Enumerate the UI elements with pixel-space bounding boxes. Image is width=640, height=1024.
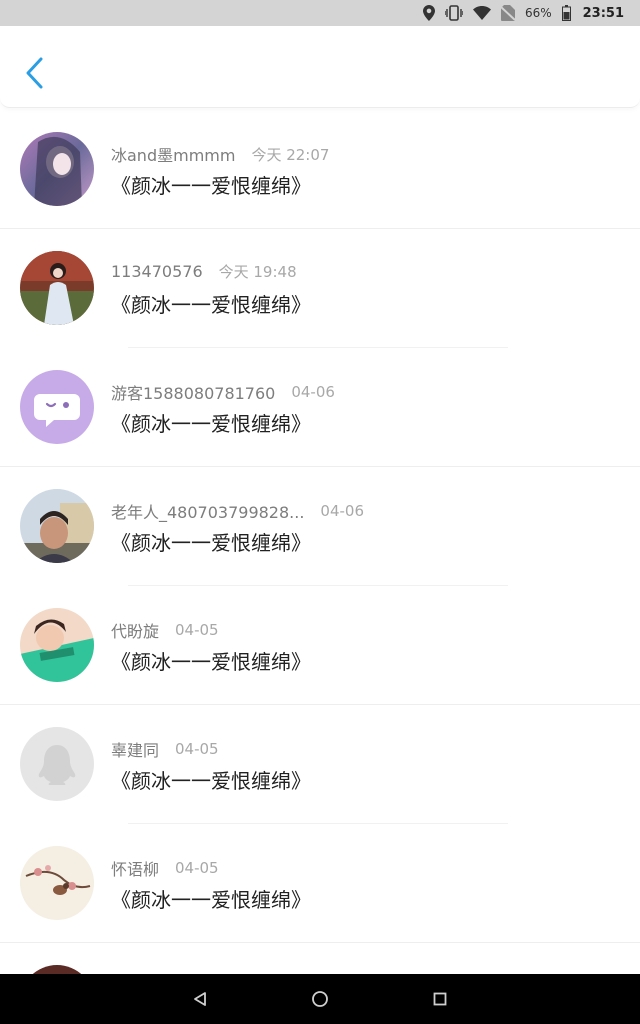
item-title: 《颜冰一一爱恨缠绵》: [111, 293, 311, 317]
chevron-left-icon: [26, 57, 43, 89]
user-name[interactable]: 辜建同: [111, 737, 159, 761]
user-name[interactable]: 冰and墨mmmm: [111, 142, 235, 166]
comment-list: 冰and墨mmmm 今天 22:07 《颜冰一一爱恨缠绵》 113470576 …: [0, 110, 640, 974]
avatar[interactable]: [20, 489, 94, 563]
vibrate-icon: [444, 5, 463, 21]
list-item[interactable]: 辜建同 04-05 《颜冰一一爱恨缠绵》: [0, 705, 640, 824]
post-time: 今天 19:48: [218, 263, 297, 281]
location-icon: [422, 5, 435, 21]
post-time: 今天 22:07: [251, 145, 330, 164]
item-meta: 老年人_480703799828... 04-06: [111, 499, 364, 523]
item-meta: 辜建同 04-05: [111, 737, 219, 761]
avatar[interactable]: [20, 608, 94, 682]
item-title: 《颜冰一一爱恨缠绵》: [111, 412, 311, 436]
post-time: 04-06: [320, 502, 365, 520]
user-name[interactable]: 老年人_480703799828...: [111, 499, 304, 523]
no-sim-icon: [500, 5, 515, 21]
home-circle-icon: [312, 991, 328, 1007]
wifi-icon: [472, 6, 491, 20]
item-title: 《颜冰一一爱恨缠绵》: [111, 531, 311, 555]
item-meta: 游客1588080781760 04-06: [111, 380, 335, 404]
user-name[interactable]: 代盼旋: [111, 618, 159, 642]
header: [0, 26, 640, 108]
recents-square-icon: [433, 992, 447, 1006]
list-item[interactable]: 113470576 今天 19:48 《颜冰一一爱恨缠绵》: [0, 229, 640, 348]
avatar[interactable]: [20, 965, 94, 974]
system-nav-bar: [0, 974, 640, 1024]
list-item[interactable]: 老年人_480703799828... 04-06 《颜冰一一爱恨缠绵》: [0, 467, 640, 586]
painting-avatar[interactable]: [20, 846, 94, 920]
item-meta: 怀语柳 04-05: [111, 856, 219, 880]
list-item[interactable]: 冰and墨mmmm 今天 22:07 《颜冰一一爱恨缠绵》: [0, 110, 640, 229]
item-title: 《颜冰一一爱恨缠绵》: [111, 650, 311, 674]
avatar[interactable]: [20, 132, 94, 206]
list-item[interactable]: 代盼旋 04-05 《颜冰一一爱恨缠绵》: [0, 586, 640, 705]
back-button[interactable]: [14, 48, 54, 98]
post-time: 04-05: [175, 859, 219, 877]
item-meta: 代盼旋 04-05: [111, 618, 219, 642]
battery-icon: [561, 5, 571, 21]
guest-chat-avatar[interactable]: [20, 370, 94, 444]
item-meta: 冰and墨mmmm 今天 22:07: [111, 142, 329, 166]
item-title: 《颜冰一一爱恨缠绵》: [111, 174, 311, 198]
battery-percent: 66%: [524, 6, 552, 20]
item-title: 《颜冰一一爱恨缠绵》: [111, 888, 311, 912]
status-time: 23:51: [582, 5, 624, 21]
status-bar: 66% 23:51: [0, 0, 640, 26]
post-time: 04-05: [175, 621, 219, 639]
post-time: 04-06: [291, 383, 335, 401]
item-meta: 113470576 今天 19:48: [111, 261, 297, 282]
user-name[interactable]: 113470576: [111, 262, 203, 281]
nav-recents-button[interactable]: [420, 979, 460, 1019]
back-triangle-icon: [194, 992, 206, 1006]
avatar[interactable]: [20, 251, 94, 325]
list-item[interactable]: 怀语柳 04-05 《颜冰一一爱恨缠绵》: [0, 824, 640, 943]
post-time: 04-05: [175, 740, 219, 758]
list-item[interactable]: [0, 943, 640, 974]
nav-home-button[interactable]: [300, 979, 340, 1019]
nav-back-button[interactable]: [180, 979, 220, 1019]
user-name[interactable]: 游客1588080781760: [111, 380, 275, 404]
item-title: 《颜冰一一爱恨缠绵》: [111, 769, 311, 793]
list-item[interactable]: 游客1588080781760 04-06 《颜冰一一爱恨缠绵》: [0, 348, 640, 467]
user-name[interactable]: 怀语柳: [111, 856, 159, 880]
default-penguin-avatar[interactable]: [20, 727, 94, 801]
